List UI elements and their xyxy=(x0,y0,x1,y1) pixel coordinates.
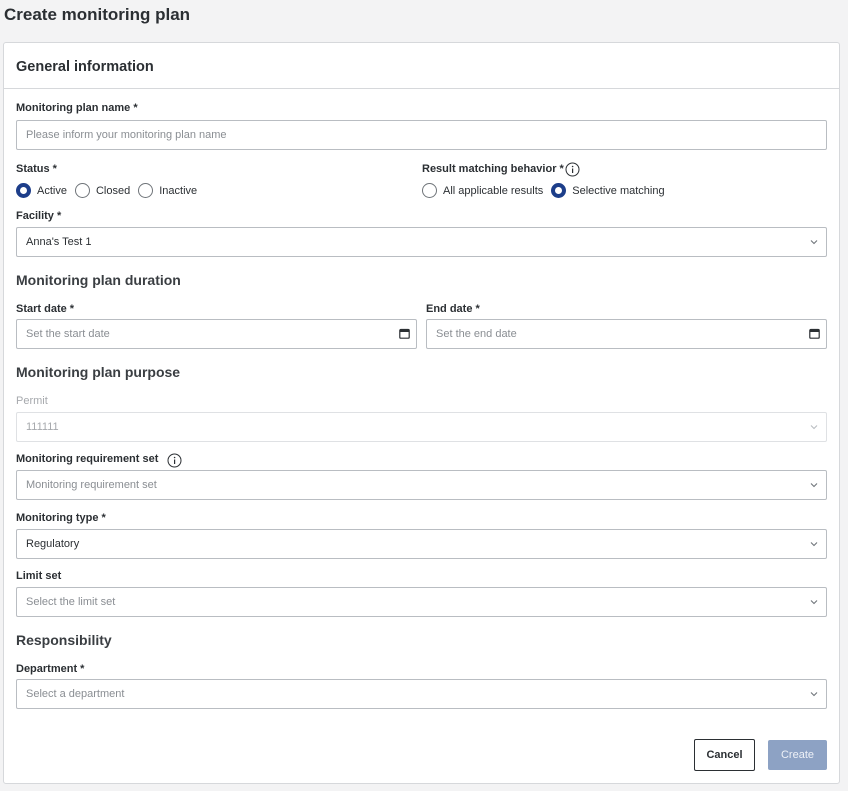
page-title: Create monitoring plan xyxy=(4,5,191,24)
result-matching-radio-group: All applicable results Selective matchin… xyxy=(422,183,673,198)
plan-name-input[interactable]: Please inform your monitoring plan name xyxy=(16,120,827,150)
monitoring-type-label: Monitoring type * xyxy=(16,512,106,524)
responsibility-section-title: Responsibility xyxy=(16,632,112,648)
start-date-input[interactable]: Set the start date xyxy=(16,319,417,349)
start-date-placeholder: Set the start date xyxy=(26,328,110,340)
form-card: General information Monitoring plan name… xyxy=(3,42,840,784)
chevron-down-icon xyxy=(810,600,818,605)
limit-set-select[interactable]: Select the limit set xyxy=(16,587,827,617)
limit-set-placeholder: Select the limit set xyxy=(26,596,116,608)
status-option-label: Active xyxy=(37,184,67,197)
status-option-label: Inactive xyxy=(159,184,198,197)
radio-checked-icon[interactable] xyxy=(551,183,567,198)
status-option-label: Closed xyxy=(95,184,131,197)
status-label: Status * xyxy=(16,163,57,175)
result-option-label: Selective matching xyxy=(572,184,665,197)
end-date-placeholder: Set the end date xyxy=(436,328,517,340)
chevron-down-icon xyxy=(810,542,818,547)
facility-value: Anna's Test 1 xyxy=(26,236,92,248)
radio-unchecked-icon[interactable] xyxy=(138,183,154,198)
duration-section-title: Monitoring plan duration xyxy=(16,272,181,288)
start-date-label: Start date * xyxy=(16,303,75,315)
department-placeholder: Select a department xyxy=(26,688,125,700)
calendar-icon[interactable] xyxy=(809,328,820,339)
calendar-icon[interactable] xyxy=(399,328,410,339)
limit-set-label: Limit set xyxy=(16,570,62,582)
status-option-closed[interactable]: Closed xyxy=(74,183,131,198)
radio-unchecked-icon[interactable] xyxy=(74,183,90,198)
permit-select: 111111 xyxy=(16,412,827,442)
chevron-down-icon xyxy=(810,425,818,430)
chevron-down-icon xyxy=(810,483,818,488)
monitoring-type-value: Regulatory xyxy=(26,538,80,550)
result-option-selective[interactable]: Selective matching xyxy=(551,183,665,198)
card-header: General information xyxy=(4,43,839,89)
permit-label: Permit xyxy=(16,395,48,407)
radio-unchecked-icon[interactable] xyxy=(422,183,437,198)
result-option-all-applicable[interactable]: All applicable results xyxy=(422,183,543,198)
monitoring-type-select[interactable]: Regulatory xyxy=(16,529,827,559)
facility-label: Facility * xyxy=(16,210,62,222)
general-information-header: General information xyxy=(16,59,154,75)
cancel-button[interactable]: Cancel xyxy=(694,739,755,771)
requirement-set-label: Monitoring requirement set xyxy=(16,453,159,465)
info-icon[interactable] xyxy=(167,453,182,468)
facility-select[interactable]: Anna's Test 1 xyxy=(16,227,827,257)
department-label: Department * xyxy=(16,663,85,675)
end-date-label: End date * xyxy=(426,303,480,315)
permit-value: 111111 xyxy=(26,421,59,433)
purpose-section-title: Monitoring plan purpose xyxy=(16,364,181,380)
create-button[interactable]: Create xyxy=(768,740,827,770)
requirement-set-select[interactable]: Monitoring requirement set xyxy=(16,470,827,500)
status-radio-group: Active Closed Inactive xyxy=(16,183,205,198)
status-option-active[interactable]: Active xyxy=(16,183,67,198)
plan-name-label: Monitoring plan name * xyxy=(16,102,138,114)
requirement-set-placeholder: Monitoring requirement set xyxy=(26,479,157,491)
result-option-label: All applicable results xyxy=(443,184,544,197)
end-date-input[interactable]: Set the end date xyxy=(426,319,827,349)
department-select[interactable]: Select a department xyxy=(16,679,827,709)
chevron-down-icon xyxy=(810,240,818,245)
radio-checked-icon[interactable] xyxy=(16,183,31,198)
result-matching-label: Result matching behavior * xyxy=(422,163,564,175)
info-icon[interactable] xyxy=(565,162,580,177)
status-option-inactive[interactable]: Inactive xyxy=(138,183,197,198)
chevron-down-icon xyxy=(810,692,818,697)
